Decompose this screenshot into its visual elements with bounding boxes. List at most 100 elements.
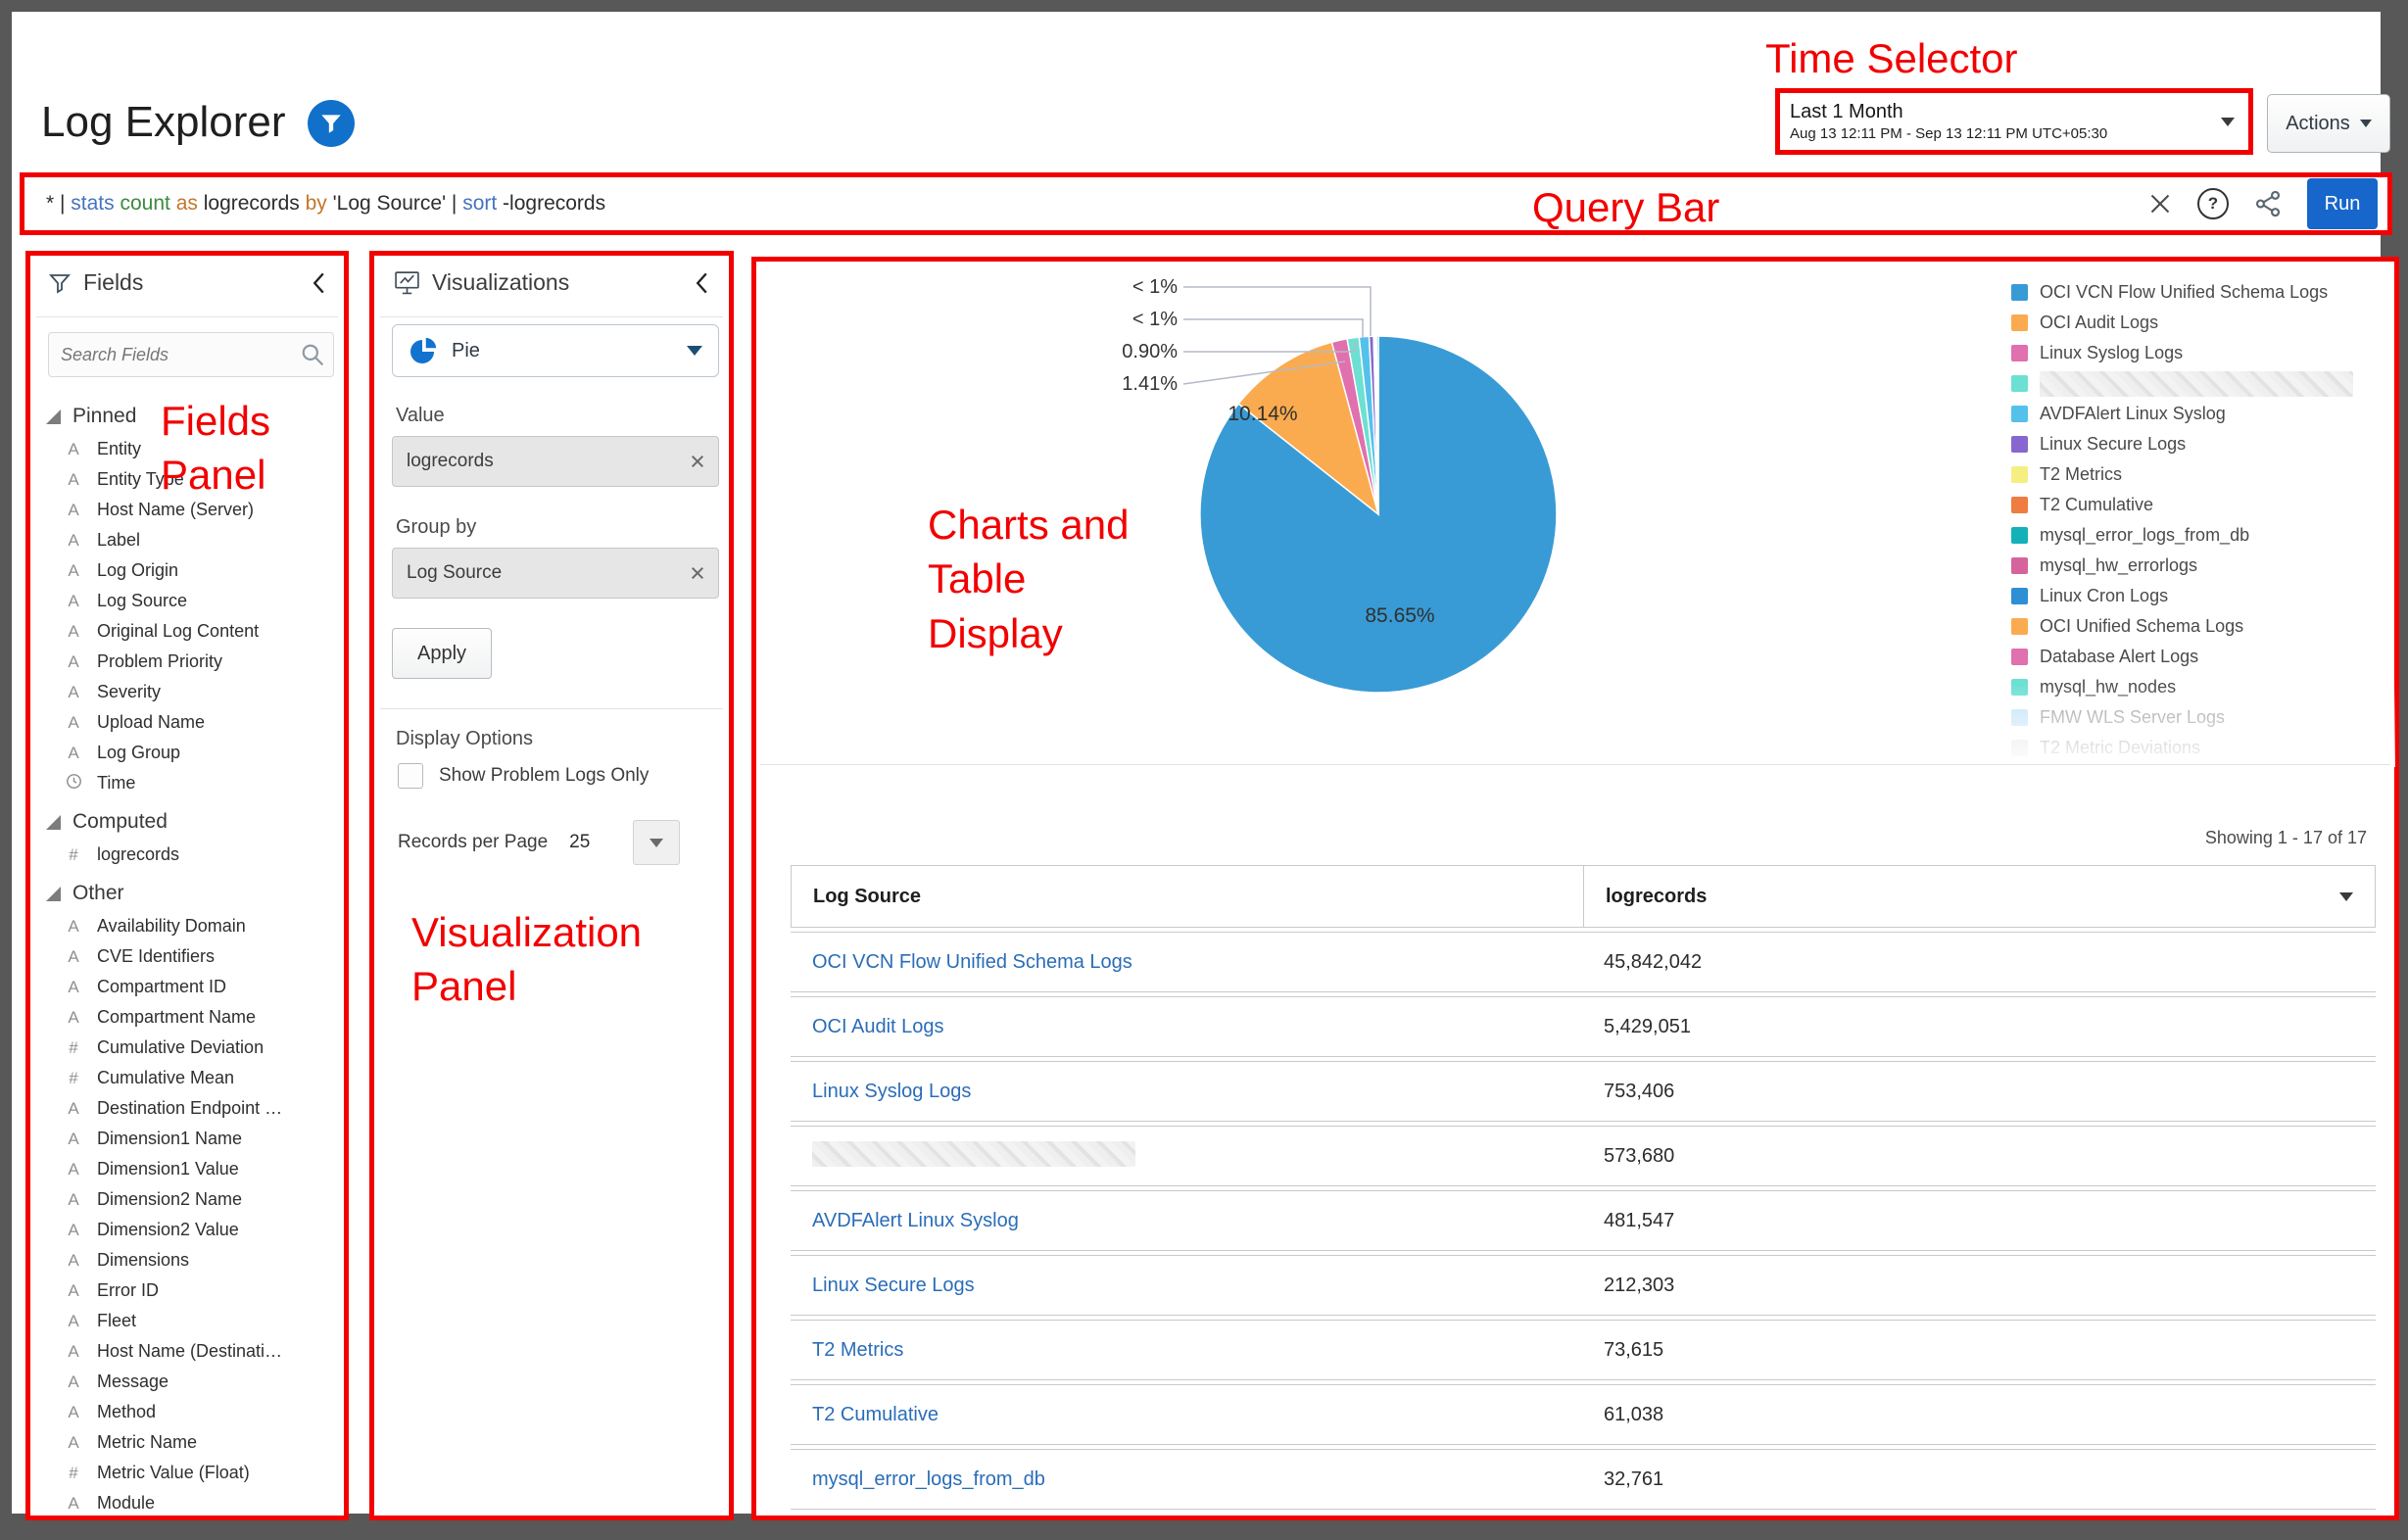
field-item[interactable]: AAvailability Domain [40,911,340,941]
text-field-icon: A [64,978,83,997]
field-item[interactable]: ASeverity [40,677,340,707]
log-source-link[interactable]: OCI Audit Logs [812,1016,944,1037]
log-source-link[interactable]: mysql_error_logs_from_db [812,1468,1045,1490]
query-input[interactable]: * | stats count as logrecords by 'Log So… [46,192,2148,216]
field-item[interactable]: AMetric Name [40,1427,340,1458]
table-row: OCI Audit Logs 5,429,051 [791,996,2376,1057]
help-icon[interactable]: ? [2197,188,2229,219]
legend-item[interactable]: Linux Secure Logs [2011,429,2395,459]
records-per-page-select[interactable] [633,820,680,865]
fields-section-other[interactable]: Other [40,876,340,911]
field-item[interactable]: Time [40,768,340,798]
field-item[interactable]: ACompartment ID [40,972,340,1002]
log-source-link[interactable]: AVDFAlert Linux Syslog [812,1210,1019,1231]
legend-item[interactable]: OCI VCN Flow Unified Schema Logs [2011,277,2395,308]
legend-item[interactable]: mysql_error_logs_from_db [2011,520,2395,551]
groupby-chip[interactable]: Log Source [392,548,719,599]
legend-item[interactable]: OCI Unified Schema Logs [2011,611,2395,642]
chart-type-value: Pie [452,340,480,362]
legend-swatch-icon [2011,375,2028,392]
legend-item[interactable]: mysql_hw_errorlogs [2011,551,2395,581]
field-item[interactable]: AFleet [40,1306,340,1336]
text-field-icon: A [64,1221,83,1240]
value-chip[interactable]: logrecords [392,436,719,487]
field-item[interactable]: AMessage [40,1367,340,1397]
groupby-label: Group by [396,516,476,539]
field-item[interactable]: ADimension2 Name [40,1184,340,1215]
legend-item[interactable]: Linux Cron Logs [2011,581,2395,611]
annotation-fields-panel: Fields Panel [161,394,270,503]
collapse-viz-icon[interactable] [695,271,709,300]
field-item[interactable]: ALog Source [40,586,340,616]
share-icon[interactable] [2254,190,2282,217]
field-item[interactable]: AHost Name (Destinati… [40,1336,340,1367]
field-item[interactable]: ACVE Identifiers [40,941,340,972]
run-button[interactable]: Run [2307,178,2378,229]
time-selector[interactable]: Last 1 Month Aug 13 12:11 PM - Sep 13 12… [1775,88,2253,155]
chart-type-select[interactable]: Pie [392,324,719,377]
legend-item[interactable]: Linux Syslog Logs [2011,338,2395,368]
log-source-link[interactable]: T2 Cumulative [812,1404,939,1425]
legend-item[interactable]: T2 Metrics [2011,459,2395,490]
field-item[interactable]: ADimension1 Value [40,1154,340,1184]
field-item[interactable]: AOriginal Log Content [40,616,340,647]
pie-chart-icon [409,336,438,365]
text-field-icon: A [64,947,83,967]
legend-item[interactable]: AVDFAlert Linux Syslog [2011,399,2395,429]
table-row: T2 Metrics73,615 [791,1320,2376,1380]
field-item[interactable]: #Metric Value (Float) [40,1458,340,1488]
logrecords-value: 5,429,051 [1604,1016,1691,1038]
legend-item[interactable] [2011,368,2395,399]
legend-item[interactable]: Database Alert Logs [2011,642,2395,672]
chart-monitor-icon [394,269,420,296]
legend-item[interactable]: OCI Audit Logs [2011,308,2395,338]
search-icon [301,343,324,371]
field-item[interactable]: ACompartment Name [40,1002,340,1033]
divider [380,316,723,317]
field-item[interactable]: AModule [40,1488,340,1514]
filter-badge-icon[interactable] [308,100,355,147]
field-item[interactable]: #Cumulative Deviation [40,1033,340,1063]
table-row: T2 Cumulative61,038 [791,1384,2376,1445]
apply-button[interactable]: Apply [392,628,492,679]
remove-value-icon[interactable] [690,455,704,469]
search-fields-input[interactable] [48,332,334,377]
fields-section-computed[interactable]: Computed [40,804,340,840]
field-item[interactable]: ALog Origin [40,555,340,586]
field-item[interactable]: ADimension2 Value [40,1215,340,1245]
divider [36,316,338,317]
log-source-link[interactable]: OCI VCN Flow Unified Schema Logs [812,951,1132,973]
collapse-fields-icon[interactable] [312,271,326,300]
field-item[interactable]: ADimension1 Name [40,1124,340,1154]
field-item[interactable]: #logrecords [40,840,340,870]
field-item[interactable]: AUpload Name [40,707,340,738]
field-item[interactable]: #Cumulative Mean [40,1063,340,1093]
text-field-icon: A [64,744,83,763]
annotation-query-bar: Query Bar [1532,180,1719,234]
collapse-triangle-icon [46,887,61,901]
sort-desc-icon[interactable] [2339,892,2353,901]
column-header-logrecords[interactable]: logrecords [1583,866,2375,927]
table-body: OCI VCN Flow Unified Schema Logs45,842,0… [791,932,2376,1510]
fields-panel-header: Fields [48,269,143,296]
legend-item[interactable]: T2 Cumulative [2011,490,2395,520]
field-item[interactable]: ADimensions [40,1245,340,1275]
actions-button[interactable]: Actions [2267,94,2390,153]
remove-groupby-icon[interactable] [690,566,704,581]
log-source-link[interactable]: Linux Secure Logs [812,1275,975,1296]
log-source-link[interactable]: T2 Metrics [812,1339,903,1361]
clear-query-icon[interactable] [2148,192,2172,216]
column-header-log-source[interactable]: Log Source [792,886,1583,908]
field-item[interactable]: ALabel [40,525,340,555]
show-problem-logs-checkbox[interactable] [398,763,423,789]
legend-swatch-icon [2011,466,2028,483]
log-source-link[interactable]: Linux Syslog Logs [812,1081,971,1102]
field-item[interactable]: ALog Group [40,738,340,768]
field-item[interactable]: AMethod [40,1397,340,1427]
groupby-chip-label: Log Source [407,562,502,584]
table-row: Linux Syslog Logs753,406 [791,1061,2376,1122]
number-field-icon: # [64,1069,83,1088]
field-item[interactable]: ADestination Endpoint … [40,1093,340,1124]
field-item[interactable]: AError ID [40,1275,340,1306]
field-item[interactable]: AProblem Priority [40,647,340,677]
